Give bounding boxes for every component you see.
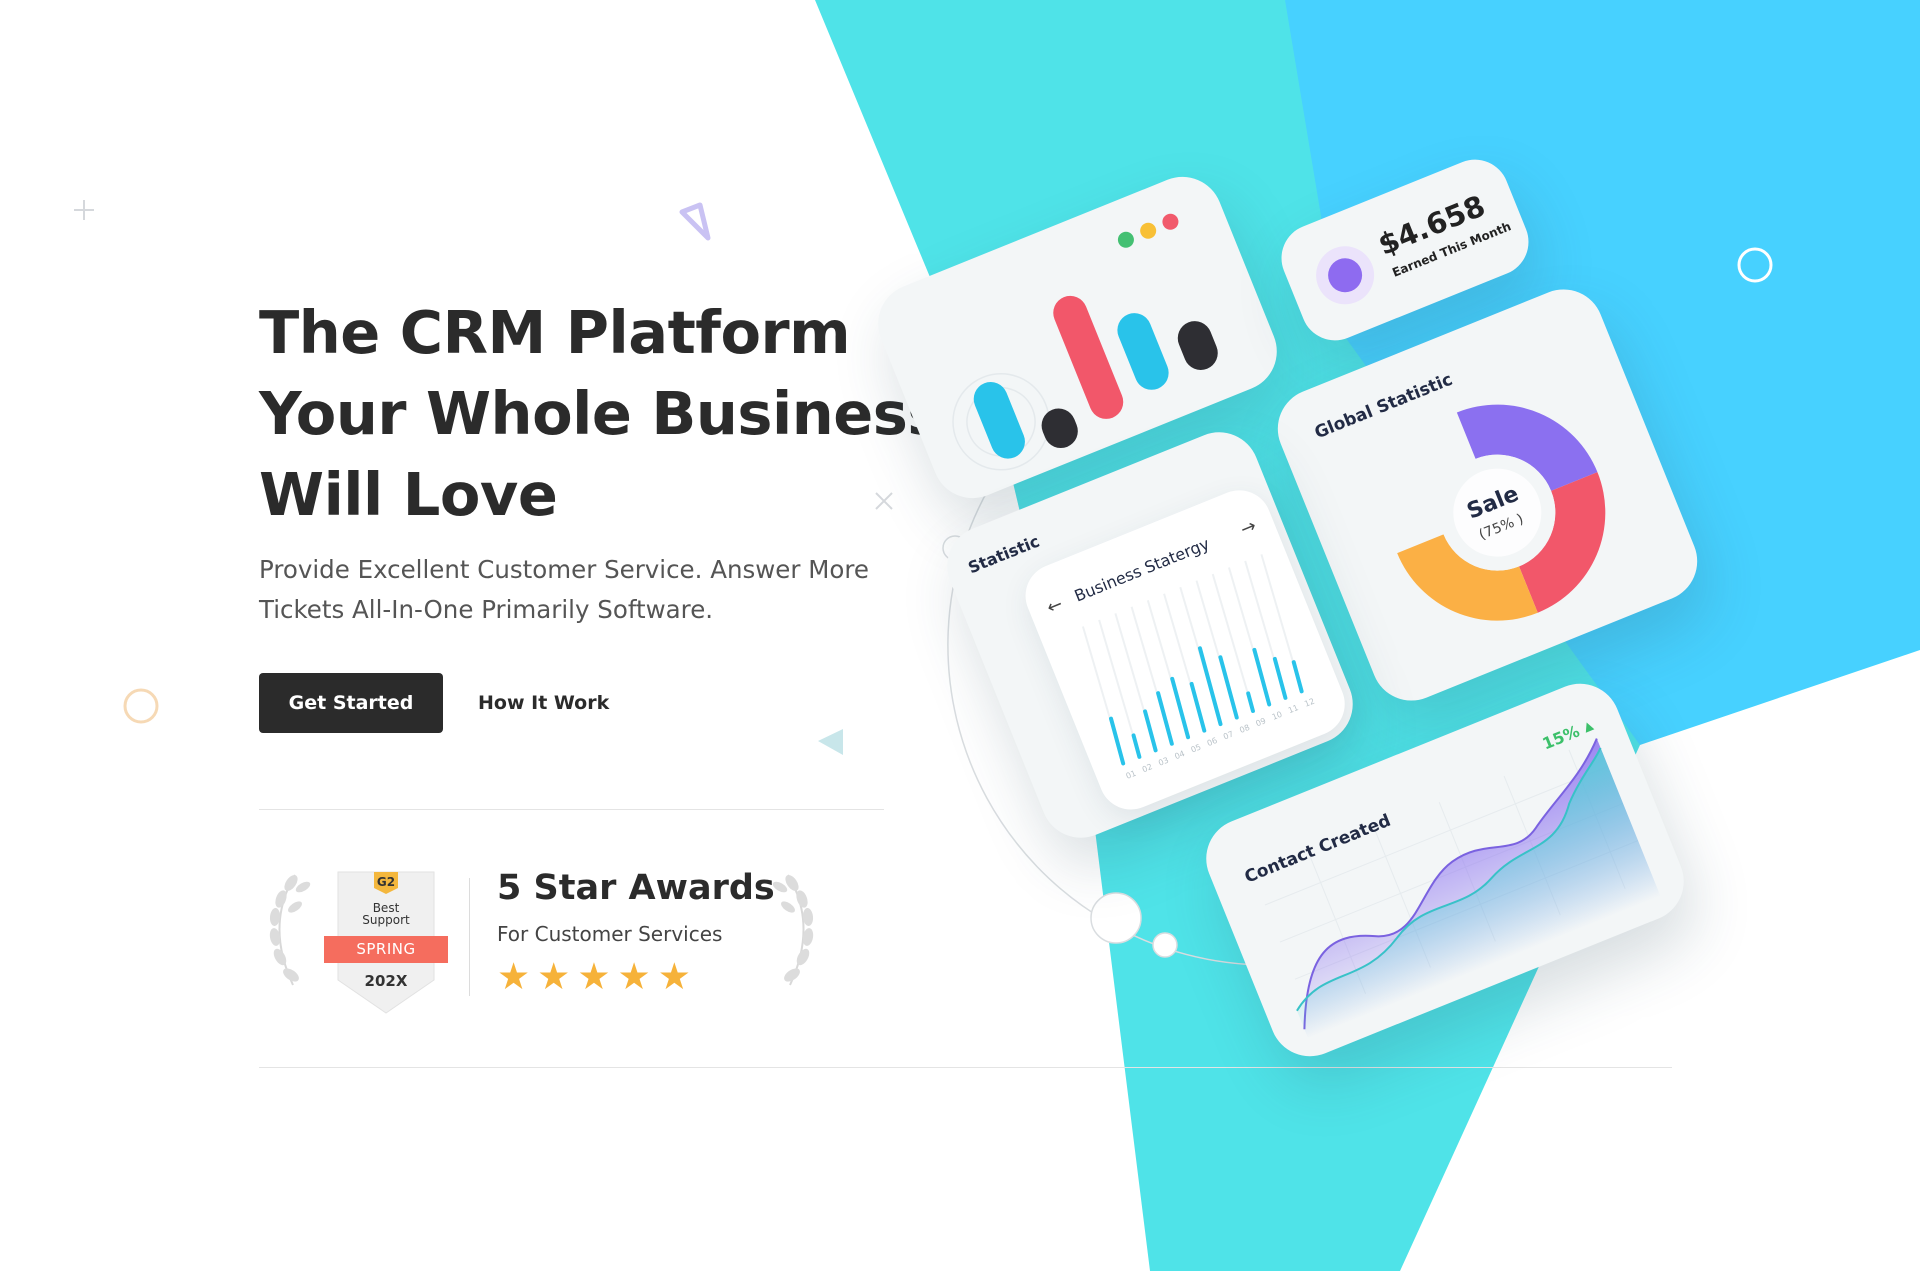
triangle-outline-decoration-icon <box>679 202 711 241</box>
strategy-x-label: 08 <box>1238 723 1251 735</box>
star-icon: ★ <box>497 955 531 998</box>
hero-divider-bottom <box>259 1067 1672 1068</box>
strategy-x-label: 03 <box>1157 756 1170 768</box>
strategy-x-label: 06 <box>1206 736 1219 748</box>
star-icon: ★ <box>577 955 611 998</box>
strategy-bar <box>1170 676 1191 740</box>
hero-title-line-3: Will Love <box>259 460 558 529</box>
badge-year-label: 202X <box>364 972 408 990</box>
strategy-bar <box>1197 646 1223 727</box>
strategy-bar <box>1246 691 1255 713</box>
hero-title: The CRM Platform Your Whole Business Wil… <box>259 292 942 535</box>
strategy-x-label: 01 <box>1125 769 1138 781</box>
strategy-x-label: 12 <box>1303 697 1316 709</box>
award-title: 5 Star Awards <box>497 868 775 908</box>
strategy-bar <box>1109 716 1126 766</box>
hero-title-line-1: The CRM Platform <box>259 298 851 367</box>
plus-decoration-icon <box>74 200 94 220</box>
hero-title-line-2: Your Whole Business <box>259 379 942 448</box>
strategy-x-label: 07 <box>1222 729 1235 741</box>
avatar <box>1307 237 1383 314</box>
strategy-x-label: 09 <box>1254 716 1267 728</box>
hero-subtitle-line-2: Tickets All-In-One Primarily Software. <box>259 595 714 624</box>
triangle-decoration-icon <box>818 729 843 755</box>
strategy-bar <box>1252 647 1272 707</box>
star-rating: ★ ★ ★ ★ ★ <box>497 957 691 997</box>
strategy-bar <box>1143 709 1158 753</box>
ring-decoration-orange-icon <box>123 688 159 724</box>
hero-subtitle-line-1: Provide Excellent Customer Service. Answ… <box>259 555 869 584</box>
how-it-work-link[interactable]: How It Work <box>478 673 609 733</box>
g2-logo: G2 <box>376 875 396 889</box>
strategy-x-label: 04 <box>1173 749 1186 761</box>
award-vertical-divider <box>469 878 470 996</box>
statistic-title: Statistic <box>965 531 1043 578</box>
hero-background-shapes <box>74 0 1920 1271</box>
get-started-button[interactable]: Get Started <box>259 673 443 733</box>
strategy-x-label: 10 <box>1271 710 1284 722</box>
strategy-bar <box>1272 656 1288 700</box>
star-icon: ★ <box>537 955 571 998</box>
strategy-x-label: 05 <box>1190 742 1203 754</box>
strategy-bar <box>1189 681 1207 733</box>
award-subtitle: For Customer Services <box>497 922 723 946</box>
hero-subtitle: Provide Excellent Customer Service. Answ… <box>259 550 899 630</box>
strategy-x-label: 11 <box>1287 703 1300 715</box>
strategy-bar <box>1291 660 1304 694</box>
strategy-bar <box>1156 691 1174 746</box>
orbit-dot-small <box>1152 932 1178 958</box>
strategy-bar <box>1131 733 1142 759</box>
star-icon: ★ <box>657 955 691 998</box>
badge-season-ribbon: SPRING <box>324 936 448 963</box>
strategy-x-label: 02 <box>1141 762 1154 774</box>
orbit-dot-large <box>1090 892 1142 944</box>
badge-support-label: Support <box>362 913 410 927</box>
laurel-left-icon <box>269 874 311 986</box>
g2-award-badge: G2 Best Support SPRING 202X <box>324 870 448 1015</box>
star-icon: ★ <box>617 955 651 998</box>
hero-divider-top <box>259 809 884 810</box>
